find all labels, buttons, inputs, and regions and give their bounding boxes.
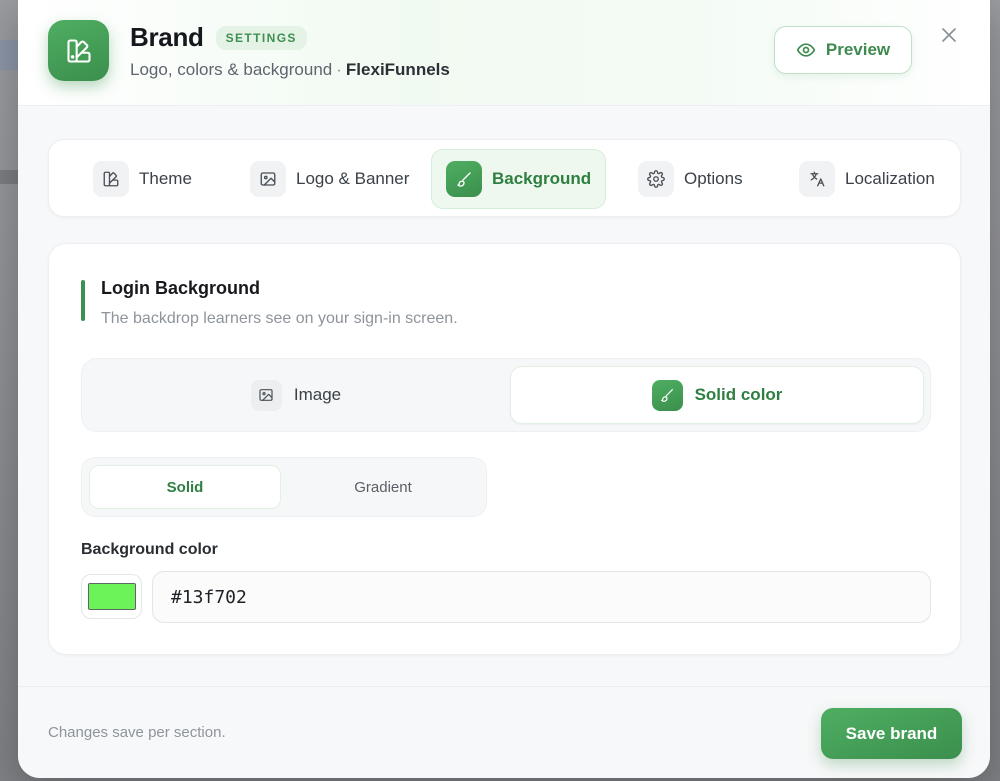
tab-localization[interactable]: Localization: [785, 149, 949, 209]
modal-header: Brand SETTINGS Logo, colors & background…: [18, 0, 990, 106]
tab-label: Options: [684, 169, 743, 188]
brush-icon: [651, 379, 683, 411]
modal-footer: Changes save per section. Save brand: [18, 686, 990, 778]
fill-mode-selector: Solid Gradient: [81, 457, 487, 517]
color-picker-button[interactable]: [81, 574, 142, 619]
section-title: Login Background: [101, 278, 260, 298]
background-type-selector: Image Solid color: [81, 358, 931, 432]
background-type-image[interactable]: Image: [89, 366, 503, 424]
page-title: Brand: [130, 22, 204, 52]
hex-color-input[interactable]: [152, 571, 931, 623]
fill-mode-solid[interactable]: Solid: [89, 465, 281, 509]
brush-icon: [446, 161, 482, 197]
backdrop-element: [0, 170, 18, 184]
preview-button[interactable]: Preview: [774, 26, 912, 74]
image-icon: [250, 379, 282, 411]
tab-label: Theme: [139, 169, 192, 188]
workspace-name: FlexiFunnels: [345, 60, 450, 79]
close-icon: [942, 28, 956, 42]
save-note: Changes save per section.: [48, 724, 226, 741]
palette-icon: [93, 161, 129, 197]
subtitle-text: Logo, colors & background: [130, 60, 333, 79]
settings-badge: SETTINGS: [215, 25, 307, 50]
background-color-label: Background color: [81, 541, 218, 558]
tab-label: Localization: [845, 169, 935, 188]
preview-label: Preview: [825, 40, 891, 59]
brand-settings-modal: Brand SETTINGS Logo, colors & background…: [18, 0, 990, 778]
backdrop-element: [0, 40, 18, 70]
save-brand-button[interactable]: Save brand: [821, 708, 962, 759]
tab-label: Logo & Banner: [296, 169, 410, 188]
subtitle-separator: ·: [336, 60, 342, 79]
settings-tabs: Theme Logo & Banner Background Options L…: [48, 139, 961, 217]
eye-icon: [796, 43, 816, 57]
section-description: The backdrop learners see on your sign-i…: [101, 310, 458, 327]
page-subtitle: Logo, colors & background · FlexiFunnels: [130, 60, 450, 80]
tab-logo-banner[interactable]: Logo & Banner: [236, 149, 423, 209]
tab-label: Background: [492, 169, 592, 188]
close-button[interactable]: [936, 22, 962, 48]
option-label: Solid color: [694, 385, 783, 404]
fill-mode-gradient[interactable]: Gradient: [287, 465, 479, 509]
tab-background[interactable]: Background: [431, 149, 607, 209]
background-type-solid-color[interactable]: Solid color: [510, 366, 924, 424]
tab-options[interactable]: Options: [624, 149, 757, 209]
section-accent-bar: [81, 280, 85, 321]
brand-palette-icon: [48, 20, 109, 81]
gear-icon: [638, 161, 674, 197]
option-label: Image: [293, 385, 342, 404]
translate-icon: [799, 161, 835, 197]
image-icon: [250, 161, 286, 197]
background-settings-card: Login Background The backdrop learners s…: [48, 243, 961, 655]
tab-theme[interactable]: Theme: [79, 149, 206, 209]
color-swatch: [87, 583, 136, 610]
